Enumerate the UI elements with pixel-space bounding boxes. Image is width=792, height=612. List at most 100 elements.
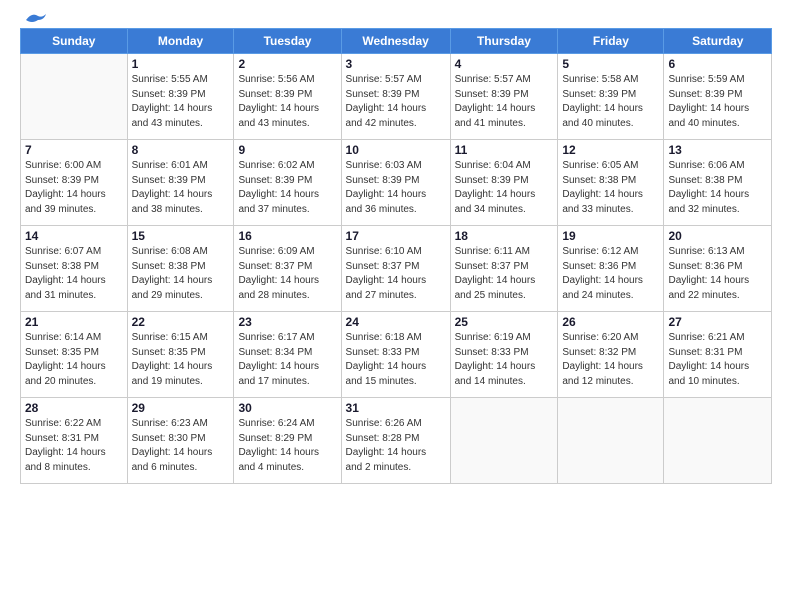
calendar-cell — [21, 54, 128, 140]
day-info: Sunrise: 6:10 AM Sunset: 8:37 PM Dayligh… — [346, 245, 446, 303]
day-info: Sunrise: 5:57 AM Sunset: 8:39 PM Dayligh… — [346, 73, 446, 131]
day-info: Sunrise: 6:21 AM Sunset: 8:31 PM Dayligh… — [668, 331, 767, 389]
day-info: Sunrise: 6:11 AM Sunset: 8:37 PM Dayligh… — [455, 245, 554, 303]
header — [20, 18, 772, 22]
calendar-cell — [450, 398, 558, 484]
calendar-cell: 13 Sunrise: 6:06 AM Sunset: 8:38 PM Dayli… — [664, 140, 772, 226]
calendar-cell — [558, 398, 664, 484]
day-info: Sunrise: 5:55 AM Sunset: 8:39 PM Dayligh… — [132, 73, 230, 131]
calendar-cell: 24Sunrise: 6:18 AM Sunset: 8:33 PM Dayli… — [341, 312, 450, 398]
calendar-cell: 16 Sunrise: 6:09 AM Sunset: 8:37 PM Dayli… — [234, 226, 341, 312]
calendar-day-header: Friday — [558, 29, 664, 54]
day-info: Sunrise: 6:02 AM Sunset: 8:39 PM Dayligh… — [238, 159, 336, 217]
day-info: Sunrise: 6:18 AM Sunset: 8:33 PM Dayligh… — [346, 331, 446, 389]
calendar-cell: 1 Sunrise: 5:55 AM Sunset: 8:39 PM Daylig… — [127, 54, 234, 140]
day-info: Sunrise: 6:05 AM Sunset: 8:38 PM Dayligh… — [562, 159, 659, 217]
logo-bird-icon — [24, 12, 46, 28]
day-info: Sunrise: 6:09 AM Sunset: 8:37 PM Dayligh… — [238, 245, 336, 303]
day-info: Sunrise: 6:13 AM Sunset: 8:36 PM Dayligh… — [668, 245, 767, 303]
day-number: 10 — [346, 143, 446, 157]
day-number: 13 — [668, 143, 767, 157]
calendar-cell: 7 Sunrise: 6:00 AM Sunset: 8:39 PM Daylig… — [21, 140, 128, 226]
day-number: 17 — [346, 229, 446, 243]
calendar-cell: 30 Sunrise: 6:24 AM Sunset: 8:29 PM Dayli… — [234, 398, 341, 484]
calendar-cell: 6 Sunrise: 5:59 AM Sunset: 8:39 PM Daylig… — [664, 54, 772, 140]
calendar-day-header: Wednesday — [341, 29, 450, 54]
calendar-cell: 4 Sunrise: 5:57 AM Sunset: 8:39 PM Daylig… — [450, 54, 558, 140]
calendar-day-header: Sunday — [21, 29, 128, 54]
calendar-cell: 25 Sunrise: 6:19 AM Sunset: 8:33 PM Dayli… — [450, 312, 558, 398]
calendar-day-header: Monday — [127, 29, 234, 54]
day-number: 23 — [238, 315, 336, 329]
day-number: 7 — [25, 143, 123, 157]
calendar-cell: 17 Sunrise: 6:10 AM Sunset: 8:37 PM Dayli… — [341, 226, 450, 312]
day-info: Sunrise: 6:15 AM Sunset: 8:35 PM Dayligh… — [132, 331, 230, 389]
calendar-cell: 19Sunrise: 6:12 AM Sunset: 8:36 PM Dayli… — [558, 226, 664, 312]
day-info: Sunrise: 6:22 AM Sunset: 8:31 PM Dayligh… — [25, 417, 123, 475]
day-info: Sunrise: 5:58 AM Sunset: 8:39 PM Dayligh… — [562, 73, 659, 131]
day-number: 20 — [668, 229, 767, 243]
day-number: 9 — [238, 143, 336, 157]
day-info: Sunrise: 6:26 AM Sunset: 8:28 PM Dayligh… — [346, 417, 446, 475]
day-number: 14 — [25, 229, 123, 243]
calendar-cell: 3 Sunrise: 5:57 AM Sunset: 8:39 PM Daylig… — [341, 54, 450, 140]
day-number: 6 — [668, 57, 767, 71]
calendar-cell: 26 Sunrise: 6:20 AM Sunset: 8:32 PM Dayli… — [558, 312, 664, 398]
calendar-day-header: Saturday — [664, 29, 772, 54]
day-info: Sunrise: 5:56 AM Sunset: 8:39 PM Dayligh… — [238, 73, 336, 131]
day-number: 25 — [455, 315, 554, 329]
calendar-cell — [664, 398, 772, 484]
calendar-day-header: Thursday — [450, 29, 558, 54]
calendar-week-row: 1 Sunrise: 5:55 AM Sunset: 8:39 PM Daylig… — [21, 54, 772, 140]
calendar-week-row: 28Sunrise: 6:22 AM Sunset: 8:31 PM Dayli… — [21, 398, 772, 484]
calendar-cell: 2Sunrise: 5:56 AM Sunset: 8:39 PM Daylig… — [234, 54, 341, 140]
calendar-week-row: 7 Sunrise: 6:00 AM Sunset: 8:39 PM Daylig… — [21, 140, 772, 226]
calendar-cell: 9 Sunrise: 6:02 AM Sunset: 8:39 PM Daylig… — [234, 140, 341, 226]
calendar-header-row: SundayMondayTuesdayWednesdayThursdayFrid… — [21, 29, 772, 54]
calendar-cell: 21 Sunrise: 6:14 AM Sunset: 8:35 PM Dayli… — [21, 312, 128, 398]
day-number: 12 — [562, 143, 659, 157]
calendar-day-header: Tuesday — [234, 29, 341, 54]
day-number: 15 — [132, 229, 230, 243]
day-info: Sunrise: 6:06 AM Sunset: 8:38 PM Dayligh… — [668, 159, 767, 217]
calendar-cell: 27Sunrise: 6:21 AM Sunset: 8:31 PM Dayli… — [664, 312, 772, 398]
calendar-cell: 23 Sunrise: 6:17 AM Sunset: 8:34 PM Dayli… — [234, 312, 341, 398]
calendar-week-row: 21 Sunrise: 6:14 AM Sunset: 8:35 PM Dayli… — [21, 312, 772, 398]
day-info: Sunrise: 6:01 AM Sunset: 8:39 PM Dayligh… — [132, 159, 230, 217]
day-number: 11 — [455, 143, 554, 157]
day-info: Sunrise: 6:00 AM Sunset: 8:39 PM Dayligh… — [25, 159, 123, 217]
calendar-cell: 10 Sunrise: 6:03 AM Sunset: 8:39 PM Dayli… — [341, 140, 450, 226]
day-number: 5 — [562, 57, 659, 71]
day-number: 4 — [455, 57, 554, 71]
day-info: Sunrise: 6:23 AM Sunset: 8:30 PM Dayligh… — [132, 417, 230, 475]
calendar-week-row: 14Sunrise: 6:07 AM Sunset: 8:38 PM Dayli… — [21, 226, 772, 312]
day-number: 1 — [132, 57, 230, 71]
day-info: Sunrise: 6:04 AM Sunset: 8:39 PM Dayligh… — [455, 159, 554, 217]
day-number: 16 — [238, 229, 336, 243]
calendar-cell: 11 Sunrise: 6:04 AM Sunset: 8:39 PM Dayli… — [450, 140, 558, 226]
day-number: 31 — [346, 401, 446, 415]
day-info: Sunrise: 6:17 AM Sunset: 8:34 PM Dayligh… — [238, 331, 336, 389]
day-number: 19 — [562, 229, 659, 243]
day-info: Sunrise: 6:24 AM Sunset: 8:29 PM Dayligh… — [238, 417, 336, 475]
logo — [20, 18, 46, 22]
day-info: Sunrise: 6:20 AM Sunset: 8:32 PM Dayligh… — [562, 331, 659, 389]
day-info: Sunrise: 6:03 AM Sunset: 8:39 PM Dayligh… — [346, 159, 446, 217]
day-number: 29 — [132, 401, 230, 415]
day-info: Sunrise: 6:19 AM Sunset: 8:33 PM Dayligh… — [455, 331, 554, 389]
day-info: Sunrise: 6:08 AM Sunset: 8:38 PM Dayligh… — [132, 245, 230, 303]
day-number: 30 — [238, 401, 336, 415]
day-info: Sunrise: 5:57 AM Sunset: 8:39 PM Dayligh… — [455, 73, 554, 131]
day-info: Sunrise: 5:59 AM Sunset: 8:39 PM Dayligh… — [668, 73, 767, 131]
day-number: 26 — [562, 315, 659, 329]
day-number: 3 — [346, 57, 446, 71]
day-info: Sunrise: 6:14 AM Sunset: 8:35 PM Dayligh… — [25, 331, 123, 389]
calendar-cell: 20 Sunrise: 6:13 AM Sunset: 8:36 PM Dayli… — [664, 226, 772, 312]
calendar-cell: 5 Sunrise: 5:58 AM Sunset: 8:39 PM Daylig… — [558, 54, 664, 140]
calendar-cell: 31 Sunrise: 6:26 AM Sunset: 8:28 PM Dayli… — [341, 398, 450, 484]
calendar-cell: 28Sunrise: 6:22 AM Sunset: 8:31 PM Dayli… — [21, 398, 128, 484]
day-number: 21 — [25, 315, 123, 329]
calendar-cell: 22 Sunrise: 6:15 AM Sunset: 8:35 PM Dayli… — [127, 312, 234, 398]
day-number: 22 — [132, 315, 230, 329]
day-number: 18 — [455, 229, 554, 243]
